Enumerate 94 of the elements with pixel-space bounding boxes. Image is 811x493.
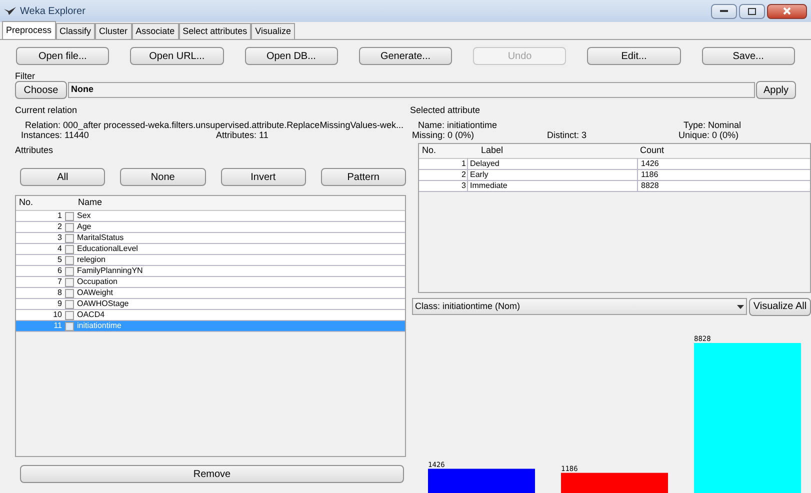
toolbar-button[interactable]: Open file...: [16, 47, 110, 65]
attribute-name: FamilyPlanningYN: [76, 265, 143, 277]
remove-button[interactable]: Remove: [20, 465, 404, 483]
checkbox[interactable]: [65, 234, 74, 242]
instances-text: Instances: 11440: [21, 130, 89, 140]
toolbar-button[interactable]: Open DB...: [244, 47, 338, 65]
attribute-row[interactable]: 7 Occupation: [16, 277, 405, 288]
filter-field[interactable]: None: [68, 82, 755, 98]
attribute-name: Sex: [76, 210, 91, 222]
checkbox[interactable]: [65, 300, 74, 308]
restore-button[interactable]: [739, 4, 765, 18]
attribute-row[interactable]: 1 Sex: [16, 211, 405, 222]
attribute-name: Age: [76, 221, 92, 233]
row-number: 2: [56, 221, 63, 233]
checkbox[interactable]: [65, 256, 74, 264]
attribute-name: OAWHOStage: [76, 298, 129, 310]
row-number: 11: [52, 320, 63, 332]
attribute-row[interactable]: 3 MaritalStatus: [16, 233, 405, 244]
attribute-name: MaritalStatus: [76, 232, 124, 244]
attribute-name-text: Name: initiationtime: [417, 120, 498, 130]
attribute-name: EducationalLevel: [76, 243, 138, 255]
table-cell-text: 1: [460, 158, 467, 170]
class-dropdown[interactable]: Class: initiationtime (Nom): [412, 298, 747, 315]
table-cell: Immediate: [467, 180, 637, 192]
section-heading: Filter: [15, 71, 35, 81]
dropdown-arrow-icon: [737, 304, 744, 308]
row-number: 9: [56, 298, 63, 310]
checkbox[interactable]: [65, 222, 74, 232]
tab[interactable]: Select attributes: [178, 23, 252, 39]
checkbox[interactable]: [65, 310, 74, 320]
attribute-row[interactable]: 8 OAWeight: [16, 288, 405, 299]
apply-button[interactable]: Apply: [756, 81, 796, 99]
visualize-all-button[interactable]: Visualize All: [749, 298, 811, 316]
toolbar-button[interactable]: Edit...: [587, 47, 681, 65]
column-header: No.: [18, 196, 34, 210]
relation-text: Relation: 000_after processed-weka.filters.unsupervised.attribute.ReplaceMissingValues-wek...: [24, 120, 405, 130]
attribute-row[interactable]: 6 FamilyPlanningYN: [16, 266, 405, 277]
row-number: 3: [56, 232, 63, 244]
toolbar-button[interactable]: Save...: [702, 47, 795, 65]
tab[interactable]: Associate: [132, 23, 179, 39]
attribute-select-button[interactable]: Pattern: [320, 168, 406, 186]
missing-text: Missing: 0 (0%): [412, 130, 476, 140]
tab[interactable]: Cluster: [95, 23, 132, 39]
attribute-row[interactable]: 5 relegion: [16, 255, 405, 266]
toolbar-button[interactable]: Generate...: [358, 47, 452, 65]
type-text: Type: Nominal: [683, 120, 741, 130]
checkbox[interactable]: [65, 322, 74, 330]
checkbox[interactable]: [65, 278, 74, 286]
row-number: 1: [56, 210, 63, 222]
attribute-row[interactable]: 4 EducationalLevel: [16, 244, 405, 255]
section-heading: Current relation: [15, 104, 78, 117]
checkbox[interactable]: [65, 266, 74, 276]
checkbox[interactable]: [65, 244, 74, 254]
close-button[interactable]: [767, 4, 807, 18]
row-number: 10: [52, 309, 63, 321]
attribute-name: Occupation: [76, 276, 118, 288]
row-number: 8: [56, 287, 63, 299]
table-cell-text: 2: [460, 168, 467, 180]
column-header: No.: [421, 144, 438, 157]
attribute-name: OACD4: [76, 309, 105, 321]
attribute-row[interactable]: 2 Age: [16, 222, 405, 233]
attribute-row[interactable]: 10 OACD4: [16, 310, 405, 321]
tab[interactable]: Preprocess: [2, 21, 56, 39]
section-heading: Attributes: [15, 144, 54, 154]
section-heading: Selected attribute: [410, 104, 482, 117]
attribute-select-button[interactable]: None: [120, 168, 206, 186]
column-header: Label: [480, 144, 504, 157]
attribute-name: relegion: [76, 254, 106, 266]
table-cell-text: 3: [460, 180, 467, 192]
attributes-count-text: Attributes: 11: [216, 130, 268, 140]
distinct-text: Distinct: 3: [547, 130, 588, 140]
minimize-button[interactable]: [711, 4, 737, 18]
bird-icon: [4, 7, 16, 15]
checkbox[interactable]: [65, 212, 74, 220]
row-number: 5: [56, 254, 63, 266]
attribute-row[interactable]: 9 OAWHOStage: [16, 299, 405, 310]
column-header: Name: [77, 196, 102, 210]
row-number: 4: [56, 243, 63, 255]
row-number: 7: [56, 276, 63, 288]
unique-text: Unique: 0 (0%): [678, 130, 740, 140]
attribute-select-button[interactable]: Invert: [220, 168, 306, 186]
attribute-name: initiationtime: [76, 320, 122, 332]
close-icon: [783, 7, 791, 15]
tab[interactable]: Visualize: [251, 23, 295, 39]
table-cell: 8828: [637, 180, 659, 192]
tab[interactable]: Classify: [56, 23, 96, 39]
column-header: Count: [639, 144, 664, 157]
toolbar-button[interactable]: Open URL...: [130, 47, 224, 65]
attribute-name: OAWeight: [76, 287, 114, 299]
window-title: Weka Explorer: [20, 4, 86, 18]
checkbox[interactable]: [65, 288, 74, 298]
row-number: 6: [56, 265, 63, 277]
choose-button[interactable]: Choose: [15, 81, 67, 99]
attribute-select-button[interactable]: All: [20, 168, 106, 186]
